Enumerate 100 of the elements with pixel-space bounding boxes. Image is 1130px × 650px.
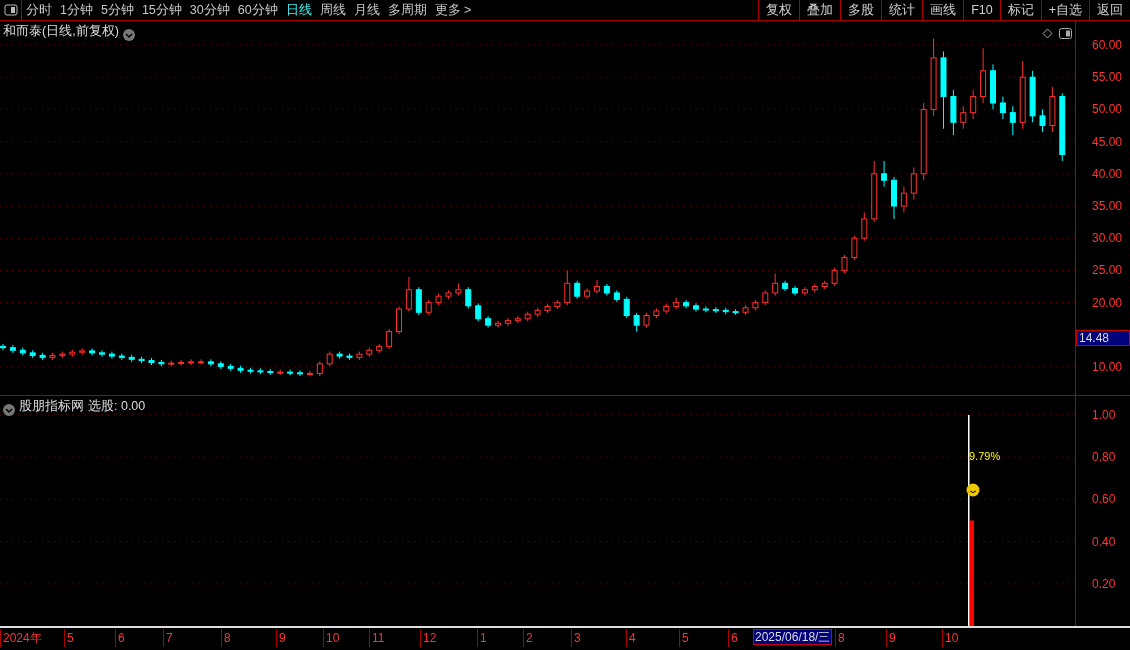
axis-label: 60.00 [1092,39,1123,51]
axis-label: 30.00 [1092,232,1123,245]
date-label: 6 [728,629,738,647]
candlestick [178,359,185,367]
period-tab[interactable]: 15分钟 [137,0,186,20]
period-tab[interactable]: 5分钟 [96,0,138,20]
candlestick [415,286,422,316]
indicator-value: 选股: 0.00 [88,398,146,415]
candlestick [287,369,294,376]
axis-label: 0.60 [1092,493,1116,506]
candlestick [118,353,125,361]
candlestick [564,269,571,306]
crosshair-price-label: 14.48 [1076,330,1130,347]
candlestick [158,359,165,367]
candlestick [49,352,56,361]
date-label: 9 [276,629,286,647]
candlestick [306,370,313,377]
candlestick [376,343,383,354]
candlestick [574,280,581,300]
candlestick [1009,105,1016,136]
candlestick [702,306,709,313]
candlestick [524,311,531,322]
date-label: 1 [477,629,487,647]
candlestick [435,293,442,306]
period-tab[interactable]: 30分钟 [185,0,234,20]
candlestick [861,211,868,242]
toolbar-button[interactable]: 标记 [999,0,1041,20]
period-tab[interactable]: 60分钟 [233,0,282,20]
candlestick [881,160,888,188]
date-label: 10 [942,629,959,647]
candlestick [990,63,996,110]
period-tab[interactable]: 更多 > [430,0,476,20]
candlestick [59,351,66,359]
date-label: 3 [571,629,581,647]
candlestick [752,299,759,311]
candlestick [514,315,521,324]
candlestick [534,307,541,318]
candlestick [603,283,610,297]
candlestick [267,368,274,376]
candlestick [950,89,957,136]
candlestick [811,283,818,293]
candlestick [356,351,363,361]
candlestick [198,358,204,365]
candlestick [168,360,175,367]
candlestick [584,287,591,300]
candlestick [247,367,254,374]
candlestick [613,289,620,303]
candlestick [297,369,303,377]
period-tab[interactable]: 日线 [281,0,316,20]
candlestick [663,303,670,315]
toolbar-button[interactable]: 画线 [922,0,964,20]
candlestick [623,296,630,319]
candlestick [851,235,858,261]
toolbar-button[interactable]: F10 [963,0,1000,20]
candlestick [554,299,561,310]
date-label: 5 [64,629,74,647]
candlestick [693,302,699,313]
candlestick [970,89,977,120]
candlestick [405,276,412,313]
candlestick [346,353,353,361]
annotation-label: 9.79% [969,449,1001,464]
candlestick [673,296,680,310]
candlestick [910,166,917,201]
date-label: 4 [626,629,636,647]
date-label: 2 [523,629,533,647]
candlestick [841,254,848,274]
period-tab[interactable]: 分时 [22,0,56,20]
axis-label: 0.20 [1092,577,1116,590]
toolbar-button[interactable]: 多股 [840,0,882,20]
period-tab[interactable]: 1分钟 [56,0,97,20]
candlestick [1029,70,1036,123]
candlestick [980,47,987,104]
toolbar-button[interactable]: 统计 [881,0,923,20]
period-tab[interactable]: 多周期 [383,0,431,20]
toolbar-button[interactable]: +自选 [1040,0,1089,20]
candlestick [257,367,264,375]
toolbar-button[interactable]: 返回 [1089,0,1130,20]
candlestick [475,302,482,322]
candlestick [9,344,16,354]
candlestick [999,96,1006,120]
period-tab[interactable]: 月线 [349,0,384,20]
period-tab[interactable]: 周线 [315,0,350,20]
candlestick [742,304,749,316]
toolbar-button[interactable]: 复权 [758,0,800,20]
candlestick [544,303,551,314]
candlestick [396,306,402,335]
candlestick [148,357,155,366]
candlestick [79,347,86,356]
candlestick [277,369,284,376]
candlestick [485,315,492,329]
candlestick [712,306,719,314]
toolbar-button[interactable]: 叠加 [799,0,841,20]
axis-label: 45.00 [1092,135,1123,148]
candlestick [425,299,432,316]
candlestick [326,351,333,367]
candlestick [782,280,789,292]
candlestick [792,285,798,297]
candlestick [772,273,779,297]
candlestick [465,286,472,309]
chart-title: 和而泰(日线,前复权) [3,23,119,40]
